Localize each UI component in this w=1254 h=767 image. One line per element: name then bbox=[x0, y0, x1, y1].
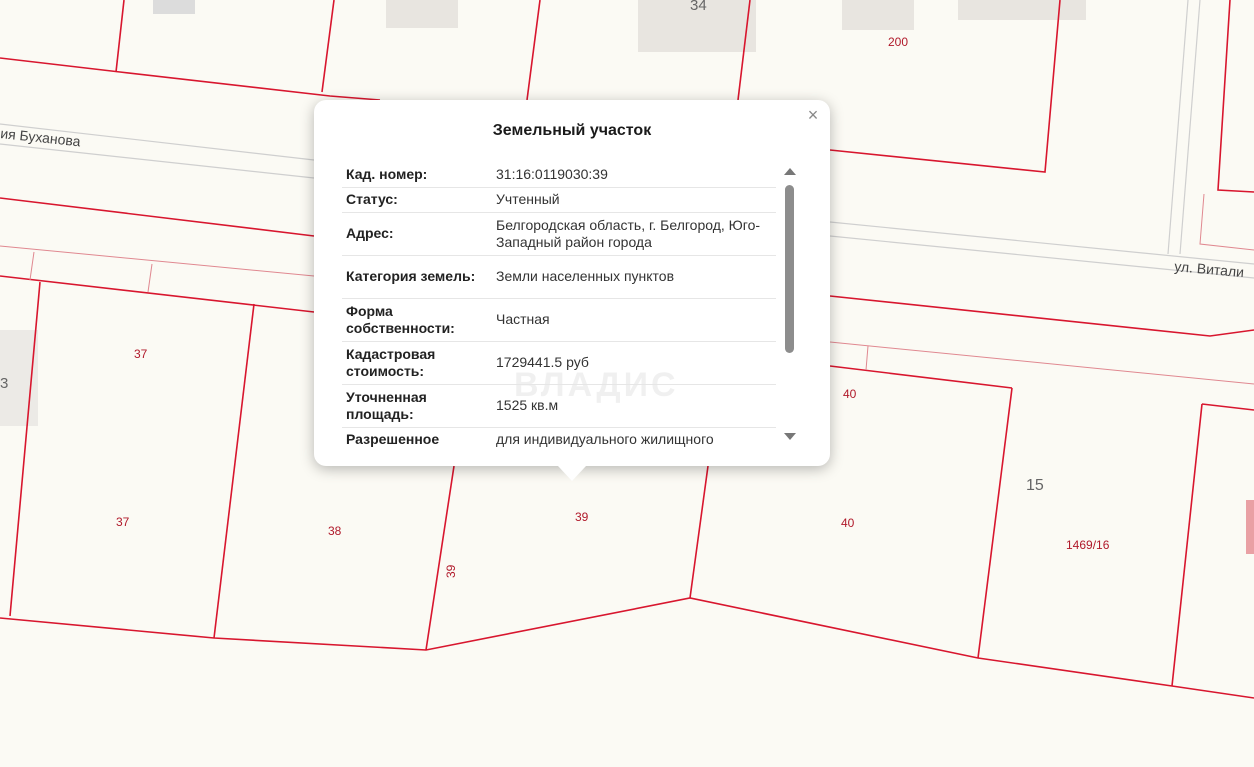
plot-number: 39 bbox=[575, 510, 589, 524]
parcel-info-table-container[interactable]: Кад. номер: 31:16:0119030:39 Статус: Учт… bbox=[342, 162, 776, 452]
row-key: Уточненная площадь: bbox=[342, 384, 490, 428]
boundary-line bbox=[321, 0, 335, 93]
boundary-line bbox=[0, 197, 315, 237]
plot-number: 40 bbox=[841, 516, 855, 530]
row-value: Земли населенных пунктов bbox=[490, 255, 776, 299]
plot-number: 40 bbox=[843, 387, 857, 401]
row-value: Учтенный bbox=[490, 187, 776, 213]
plot-number: 37 bbox=[134, 347, 148, 361]
setback-line bbox=[865, 345, 869, 371]
boundary-line bbox=[829, 365, 1013, 389]
row-value: 31:16:0119030:39 bbox=[490, 162, 776, 188]
parcel-info-popup: Земельный участок × ВЛАДИС Кад. номер: 3… bbox=[314, 100, 830, 481]
info-row-cadastral-value: Кадастровая стоимость: 1729441.5 руб bbox=[342, 341, 776, 385]
boundary-line bbox=[1217, 0, 1254, 193]
row-value: 1729441.5 руб bbox=[490, 341, 776, 385]
boundary-line bbox=[977, 387, 1013, 659]
row-value: Частная bbox=[490, 298, 776, 342]
plot-number: 38 bbox=[328, 524, 342, 538]
info-row-cadastral-number: Кад. номер: 31:16:0119030:39 bbox=[342, 162, 776, 188]
road-edge bbox=[0, 143, 315, 179]
row-key: Кад. номер: bbox=[342, 162, 490, 188]
info-row-area: Уточненная площадь: 1525 кв.м bbox=[342, 384, 776, 428]
setback-line bbox=[147, 263, 153, 293]
plot-number: 39 bbox=[444, 564, 458, 578]
boundary-line bbox=[1201, 403, 1254, 411]
info-row-status: Статус: Учтенный bbox=[342, 187, 776, 213]
setback-line bbox=[829, 341, 1254, 385]
scroll-down-arrow-icon[interactable] bbox=[784, 433, 796, 440]
street-label: ул. Витали bbox=[1174, 258, 1245, 280]
setback-line bbox=[1199, 193, 1254, 251]
row-value: для индивидуального жилищного bbox=[490, 427, 776, 452]
row-key: Кадастровая стоимость: bbox=[342, 341, 490, 385]
building bbox=[386, 0, 458, 28]
house-number: 15 bbox=[1026, 477, 1044, 494]
parcel-info-table: Кад. номер: 31:16:0119030:39 Статус: Учт… bbox=[342, 162, 776, 452]
boundary-line bbox=[213, 303, 255, 639]
boundary-line bbox=[0, 275, 315, 313]
boundary-line bbox=[689, 465, 709, 599]
plot-number: 37 bbox=[116, 515, 130, 529]
building bbox=[958, 0, 1086, 20]
building bbox=[153, 0, 195, 14]
close-icon[interactable]: × bbox=[804, 106, 822, 124]
plot-number: 200 bbox=[888, 35, 908, 49]
popup-title: Земельный участок bbox=[492, 122, 652, 139]
building bbox=[842, 0, 914, 30]
boundary-line bbox=[526, 0, 541, 101]
boundary-line bbox=[0, 597, 1254, 699]
boundary-line bbox=[829, 295, 1254, 337]
row-value: Белгородская область, г. Белгород, Юго-З… bbox=[490, 212, 776, 256]
house-number: 3 bbox=[0, 375, 8, 392]
row-key: Разрешенное bbox=[342, 427, 490, 452]
boundary-line bbox=[425, 465, 455, 651]
plot-number: 1469/16 bbox=[1066, 538, 1110, 552]
setback-line bbox=[0, 245, 315, 277]
row-key: Категория земель: bbox=[342, 255, 490, 299]
scroll-up-arrow-icon[interactable] bbox=[784, 168, 796, 175]
row-key: Форма собственности: bbox=[342, 298, 490, 342]
building bbox=[1246, 500, 1254, 554]
road-edge bbox=[1167, 0, 1189, 255]
info-row-address: Адрес: Белгородская область, г. Белгород… bbox=[342, 212, 776, 256]
house-number: 34 bbox=[690, 0, 707, 14]
road-edge bbox=[829, 221, 1254, 265]
scrollbar-thumb[interactable] bbox=[785, 185, 794, 353]
row-key: Адрес: bbox=[342, 212, 490, 256]
row-value: 1525 кв.м bbox=[490, 384, 776, 428]
info-row-land-category: Категория земель: Земли населенных пункт… bbox=[342, 255, 776, 299]
road-edge bbox=[1179, 0, 1201, 255]
boundary-line bbox=[1171, 403, 1203, 687]
info-row-ownership: Форма собственности: Частная bbox=[342, 298, 776, 342]
row-key: Статус: bbox=[342, 187, 490, 213]
setback-line bbox=[29, 251, 35, 281]
info-row-permitted-use: Разрешенное для индивидуального жилищног… bbox=[342, 427, 776, 452]
boundary-line bbox=[115, 0, 125, 73]
